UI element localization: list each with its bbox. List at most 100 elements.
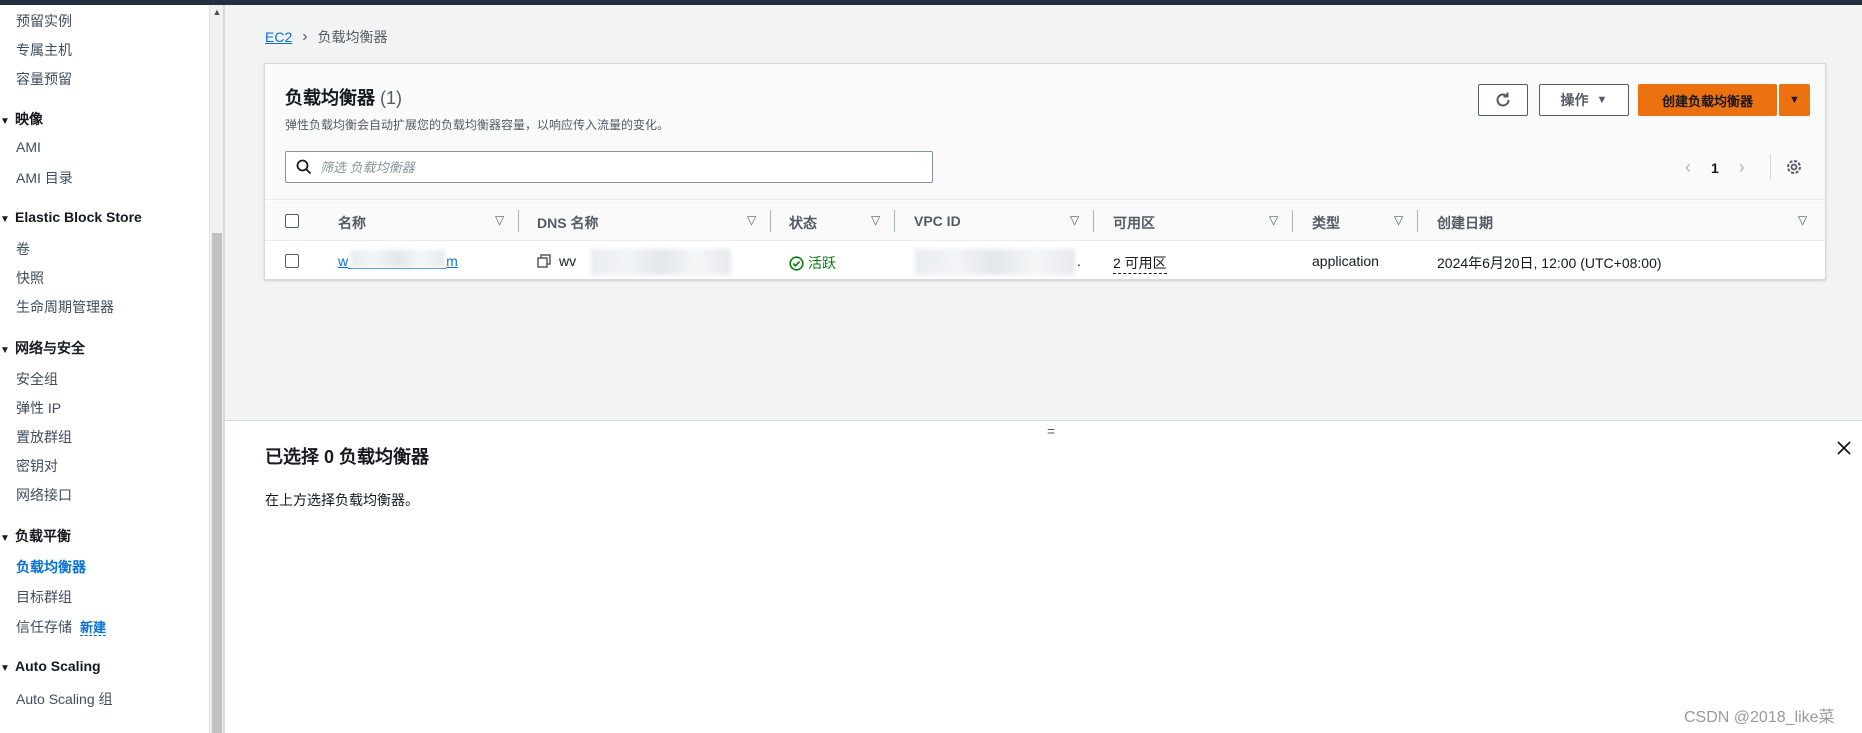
sort-icon[interactable]: ▽ bbox=[1394, 213, 1403, 227]
sidebar-item-placement-groups[interactable]: 置放群组 bbox=[16, 427, 72, 447]
sort-icon[interactable]: ▽ bbox=[871, 213, 880, 227]
row-checkbox[interactable] bbox=[285, 254, 299, 268]
column-created-date[interactable]: 创建日期 bbox=[1437, 213, 1493, 233]
sidebar-scrollbar[interactable]: ▲ bbox=[209, 5, 223, 733]
column-divider[interactable] bbox=[1417, 210, 1418, 232]
panel-title-text: 负载均衡器 bbox=[285, 88, 375, 108]
sidebar-item-ami[interactable]: AMI bbox=[16, 139, 41, 155]
column-divider[interactable] bbox=[770, 210, 771, 232]
select-all-checkbox[interactable] bbox=[285, 214, 299, 228]
dns-name-text: wv bbox=[559, 253, 577, 269]
breadcrumb: EC2 › 负载均衡器 bbox=[265, 27, 388, 47]
panel-count: (1) bbox=[380, 88, 403, 108]
redacted-name bbox=[348, 268, 447, 269]
caret-down-icon: ▼ bbox=[0, 663, 10, 674]
panel-description: 弹性负载均衡会自动扩展您的负载均衡器容量，以响应传入流量的变化。 bbox=[285, 118, 670, 132]
redaction-blur bbox=[591, 249, 731, 275]
search-field[interactable] bbox=[285, 151, 933, 183]
page-number[interactable]: 1 bbox=[1711, 160, 1719, 176]
sidebar-item-auto-scaling-groups[interactable]: Auto Scaling 组 bbox=[16, 689, 113, 709]
refresh-button[interactable] bbox=[1478, 84, 1528, 116]
type-cell: application bbox=[1312, 253, 1379, 269]
table-row[interactable]: w m wv 活跃 . 2 可用区 application 2024年6月20日,… bbox=[265, 242, 1825, 280]
column-type[interactable]: 类型 bbox=[1312, 213, 1340, 233]
sort-icon[interactable]: ▽ bbox=[747, 213, 756, 227]
pagination: ‹ 1 › bbox=[1685, 157, 1745, 178]
sidebar-item-label: 信任存储 bbox=[16, 619, 72, 635]
sidebar-item-trust-stores[interactable]: 信任存储 新建 bbox=[16, 617, 107, 637]
sidebar-section-network-security[interactable]: ▼ 网络与安全 bbox=[0, 338, 85, 358]
column-divider[interactable] bbox=[894, 210, 895, 232]
sort-icon[interactable]: ▽ bbox=[1070, 213, 1079, 227]
column-dns-name[interactable]: DNS 名称 bbox=[537, 213, 598, 233]
caret-down-icon: ▼ bbox=[1789, 94, 1800, 106]
sidebar-item-lifecycle-manager[interactable]: 生命周期管理器 bbox=[16, 297, 114, 317]
section-title: Elastic Block Store bbox=[15, 209, 142, 225]
close-icon[interactable] bbox=[1837, 441, 1851, 458]
sidebar-section-load-balancing[interactable]: ▼ 负载平衡 bbox=[0, 526, 71, 546]
sidebar-item-security-groups[interactable]: 安全组 bbox=[16, 369, 58, 389]
scroll-up-icon[interactable]: ▲ bbox=[210, 7, 224, 17]
column-divider[interactable] bbox=[518, 210, 519, 232]
split-panel: = 已选择 0 负载均衡器 在上方选择负载均衡器。 CSDN @2018_lik… bbox=[225, 420, 1862, 733]
column-status[interactable]: 状态 bbox=[789, 213, 817, 233]
sidebar-item-volumes[interactable]: 卷 bbox=[16, 239, 30, 259]
name-start[interactable]: w bbox=[338, 253, 348, 269]
sidebar-section-auto-scaling[interactable]: ▼ Auto Scaling bbox=[0, 658, 101, 674]
name-end[interactable]: m bbox=[446, 253, 458, 269]
sidebar-nav: 预留实例 专属主机 容量预留 ▼ 映像 AMI AMI 目录 ▼ Elastic B… bbox=[0, 5, 209, 733]
column-vpc-id[interactable]: VPC ID bbox=[914, 213, 961, 229]
sidebar-item-elastic-ip[interactable]: 弹性 IP bbox=[16, 398, 61, 418]
column-availability-zones[interactable]: 可用区 bbox=[1113, 213, 1155, 233]
actions-dropdown[interactable]: 操作 ▼ bbox=[1539, 84, 1629, 116]
watermark: CSDN @2018_like菜 bbox=[1684, 709, 1835, 726]
new-badge[interactable]: 新建 bbox=[80, 620, 107, 636]
sidebar-section-images[interactable]: ▼ 映像 bbox=[0, 109, 43, 129]
sort-icon[interactable]: ▽ bbox=[495, 213, 504, 227]
create-dropdown-button[interactable]: ▼ bbox=[1779, 84, 1810, 116]
gear-icon[interactable] bbox=[1785, 158, 1803, 179]
caret-down-icon: ▼ bbox=[0, 345, 10, 356]
sidebar-section-ebs[interactable]: ▼ Elastic Block Store bbox=[0, 209, 142, 225]
breadcrumb-ec2-link[interactable]: EC2 bbox=[265, 29, 292, 45]
redaction-blur bbox=[915, 249, 1075, 275]
chevron-right-icon[interactable]: › bbox=[1739, 157, 1745, 178]
sidebar-item-snapshots[interactable]: 快照 bbox=[16, 268, 44, 288]
search-icon bbox=[296, 159, 312, 175]
sidebar-item-ami-catalog[interactable]: AMI 目录 bbox=[16, 168, 73, 188]
caret-down-icon: ▼ bbox=[0, 116, 10, 127]
check-circle-icon bbox=[789, 255, 804, 271]
column-divider[interactable] bbox=[1093, 210, 1094, 232]
main-content: EC2 › 负载均衡器 负载均衡器 (1) 弹性负载均衡会自动扩展您的负载均衡器… bbox=[225, 5, 1862, 420]
search-input[interactable] bbox=[320, 159, 920, 175]
sort-icon[interactable]: ▽ bbox=[1798, 213, 1807, 227]
section-title: 网络与安全 bbox=[15, 340, 85, 356]
chevron-left-icon[interactable]: ‹ bbox=[1685, 157, 1691, 178]
caret-down-icon: ▼ bbox=[0, 533, 10, 544]
sidebar-item-target-groups[interactable]: 目标群组 bbox=[16, 587, 72, 607]
caret-down-icon: ▼ bbox=[0, 214, 10, 225]
split-panel-description: 在上方选择负载均衡器。 bbox=[265, 492, 419, 508]
scrollbar-thumb[interactable] bbox=[212, 233, 222, 733]
resize-handle-icon[interactable]: = bbox=[1047, 423, 1055, 439]
sidebar-item-capacity-reservations[interactable]: 容量预留 bbox=[16, 69, 72, 89]
copy-icon[interactable] bbox=[537, 254, 551, 268]
status-text: 活跃 bbox=[808, 255, 836, 271]
caret-down-icon: ▼ bbox=[1596, 94, 1608, 106]
split-panel-title: 已选择 0 负载均衡器 bbox=[265, 447, 430, 467]
sidebar-item-reserved-instances[interactable]: 预留实例 bbox=[16, 11, 72, 31]
vpc-id-cell[interactable]: . bbox=[1077, 253, 1081, 269]
sidebar-item-load-balancers[interactable]: 负载均衡器 bbox=[16, 557, 86, 577]
actions-label: 操作 bbox=[1560, 92, 1589, 108]
section-title: 负载平衡 bbox=[15, 528, 71, 544]
sidebar-item-key-pairs[interactable]: 密钥对 bbox=[16, 456, 58, 476]
create-load-balancer-button[interactable]: 创建负载均衡器 bbox=[1638, 84, 1777, 116]
availability-zones-link[interactable]: 2 可用区 bbox=[1113, 253, 1167, 274]
section-title: 映像 bbox=[15, 111, 43, 127]
column-name[interactable]: 名称 bbox=[338, 213, 366, 233]
sidebar-item-network-interfaces[interactable]: 网络接口 bbox=[16, 485, 72, 505]
sidebar-item-dedicated-hosts[interactable]: 专属主机 bbox=[16, 40, 72, 60]
section-title: Auto Scaling bbox=[15, 658, 101, 674]
sort-icon[interactable]: ▽ bbox=[1269, 213, 1278, 227]
column-divider[interactable] bbox=[1292, 210, 1293, 232]
